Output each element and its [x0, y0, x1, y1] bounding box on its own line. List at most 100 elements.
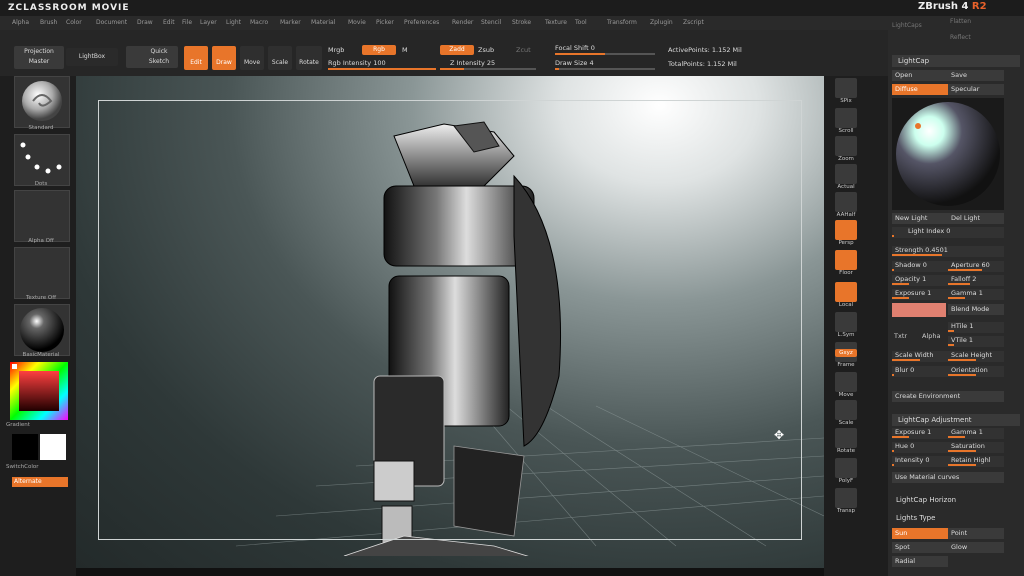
shelf-transp-button[interactable] — [835, 488, 857, 508]
texture-thumbnail[interactable] — [14, 247, 70, 299]
new-light-button[interactable]: New Light — [892, 213, 948, 224]
menu-item-preferences[interactable]: Preferences — [404, 19, 439, 26]
shelf-rotate-button[interactable] — [835, 428, 857, 448]
scale-height-slider[interactable]: Scale Height — [948, 351, 1004, 362]
light-color-swatch[interactable] — [892, 303, 946, 317]
shadow-slider[interactable]: Shadow 0 — [892, 261, 948, 272]
draw-size-slider[interactable]: Draw Size 4 — [555, 59, 594, 67]
htile-slider[interactable]: HTile 1 — [948, 322, 1004, 333]
create-environment-button[interactable]: Create Environment — [892, 391, 1004, 402]
mrgb-button[interactable]: Mrgb — [328, 46, 344, 54]
menu-item-movie[interactable]: Movie — [348, 19, 366, 26]
rgb-intensity-track[interactable] — [328, 68, 436, 70]
menu-item-macro[interactable]: Macro — [250, 19, 268, 26]
hue-slider[interactable]: Hue 0 — [892, 442, 948, 453]
menu-item-marker[interactable]: Marker — [280, 19, 301, 26]
menu-item-render[interactable]: Render — [452, 19, 473, 26]
shelf-lsym-button[interactable] — [835, 312, 857, 332]
menu-item-material[interactable]: Material — [311, 19, 335, 26]
rotate-button[interactable]: Rotate — [296, 46, 322, 70]
switchcolor-button[interactable]: SwitchColor — [6, 464, 60, 470]
move-button[interactable]: Move — [240, 46, 264, 70]
shelf-persp-button[interactable] — [835, 220, 857, 240]
quick-sketch-button[interactable]: Quick Sketch — [126, 46, 178, 68]
vtile-slider[interactable]: VTile 1 — [948, 336, 1004, 347]
retain-highlights-slider[interactable]: Retain Highl — [948, 456, 1004, 467]
saturation-slider[interactable]: Saturation — [948, 442, 1004, 453]
alternate-button[interactable]: Alternate — [12, 477, 68, 487]
draw-button[interactable]: Draw — [212, 46, 236, 70]
m-button[interactable]: M — [402, 46, 408, 54]
shelf-spix-button[interactable] — [835, 78, 857, 98]
zadd-button[interactable]: Zadd — [440, 45, 474, 55]
primary-color-swatch[interactable] — [12, 434, 38, 460]
menu-item-stencil[interactable]: Stencil — [481, 19, 501, 26]
menu-item-light[interactable]: Light — [226, 19, 241, 26]
txtr-button[interactable]: Txtr — [894, 332, 907, 340]
rgb-intensity-slider[interactable]: Rgb Intensity 100 — [328, 59, 386, 67]
shelf-scroll-button[interactable] — [835, 108, 857, 128]
shelf-aahalf-button[interactable] — [835, 192, 857, 212]
lightcap-preview[interactable] — [892, 98, 1004, 210]
lightbox-button[interactable]: LightBox — [66, 48, 118, 66]
radial-button[interactable]: Radial — [892, 556, 948, 567]
menu-item-color[interactable]: Color — [66, 19, 82, 26]
menu-item-brush[interactable]: Brush — [40, 19, 57, 26]
document-canvas[interactable]: ✥ — [76, 76, 824, 568]
menu-item-document[interactable]: Document — [96, 19, 127, 26]
menu-item-texture[interactable]: Texture — [545, 19, 567, 26]
open-button[interactable]: Open — [892, 70, 948, 81]
glow-button[interactable]: Glow — [948, 542, 1004, 553]
alpha-button[interactable]: Alpha — [922, 332, 940, 340]
del-light-button[interactable]: Del Light — [948, 213, 1004, 224]
stroke-thumbnail[interactable] — [14, 134, 70, 186]
menu-item-stroke[interactable]: Stroke — [512, 19, 531, 26]
material-thumbnail[interactable] — [14, 304, 70, 356]
menu-item-alpha[interactable]: Alpha — [12, 19, 29, 26]
lightcap-adjustment-header[interactable]: LightCap Adjustment — [892, 414, 1020, 426]
menu-item-file[interactable]: File — [182, 19, 192, 26]
menu-item-tool[interactable]: Tool — [575, 19, 587, 26]
shelf-move-button[interactable] — [835, 372, 857, 392]
zcut-button[interactable]: Zcut — [516, 46, 531, 54]
color-picker[interactable] — [10, 362, 68, 420]
sun-button[interactable]: Sun — [892, 528, 948, 539]
tray-top-item[interactable]: Flatten — [950, 18, 971, 25]
alpha-thumbnail[interactable] — [14, 190, 70, 242]
adj-exposure-slider[interactable]: Exposure 1 — [892, 428, 948, 439]
menu-item-picker[interactable]: Picker — [376, 19, 394, 26]
z-intensity-slider[interactable]: Z Intensity 25 — [450, 59, 495, 67]
projection-master-button[interactable]: Projection Master — [14, 46, 64, 69]
opacity-slider[interactable]: Opacity 1 — [892, 275, 948, 286]
shelf-polyf-button[interactable] — [835, 458, 857, 478]
menu-item-transform[interactable]: Transform — [607, 19, 637, 26]
draw-size-track[interactable] — [555, 68, 655, 70]
adj-gamma-slider[interactable]: Gamma 1 — [948, 428, 1004, 439]
brush-thumbnail[interactable] — [14, 76, 70, 128]
menu-item-layer[interactable]: Layer — [200, 19, 217, 26]
shelf-local-button[interactable] — [835, 282, 857, 302]
strength-slider[interactable]: Strength 0.4501 — [892, 246, 1004, 257]
use-material-curves-button[interactable]: Use Material curves — [892, 472, 1004, 483]
aperture-slider[interactable]: Aperture 60 — [948, 261, 1004, 272]
scale-width-slider[interactable]: Scale Width — [892, 351, 948, 362]
light-index-slider[interactable]: Light Index 0 — [892, 227, 1004, 238]
specular-button[interactable]: Specular — [948, 84, 1004, 95]
lightcap-header[interactable]: LightCap — [892, 55, 1020, 67]
blur-slider[interactable]: Blur 0 — [892, 366, 948, 377]
rgb-button[interactable]: Rgb — [362, 45, 396, 55]
exposure-slider[interactable]: Exposure 1 — [892, 289, 948, 300]
zsub-button[interactable]: Zsub — [478, 46, 494, 54]
falloff-slider[interactable]: Falloff 2 — [948, 275, 1004, 286]
menu-item-zscript[interactable]: Zscript — [683, 19, 704, 26]
shelf-scale-button[interactable] — [835, 400, 857, 420]
shelf-actual-button[interactable] — [835, 164, 857, 184]
lightcap-horizon-header[interactable]: LightCap Horizon — [896, 496, 956, 504]
tray-top-item[interactable]: Reflect — [950, 34, 971, 41]
secondary-color-swatch[interactable] — [40, 434, 66, 460]
menu-item-zplugin[interactable]: Zplugin — [650, 19, 673, 26]
scale-button[interactable]: Scale — [268, 46, 292, 70]
z-intensity-track[interactable] — [440, 68, 536, 70]
intensity-slider[interactable]: Intensity 0 — [892, 456, 948, 467]
shelf-floor-button[interactable] — [835, 250, 857, 270]
